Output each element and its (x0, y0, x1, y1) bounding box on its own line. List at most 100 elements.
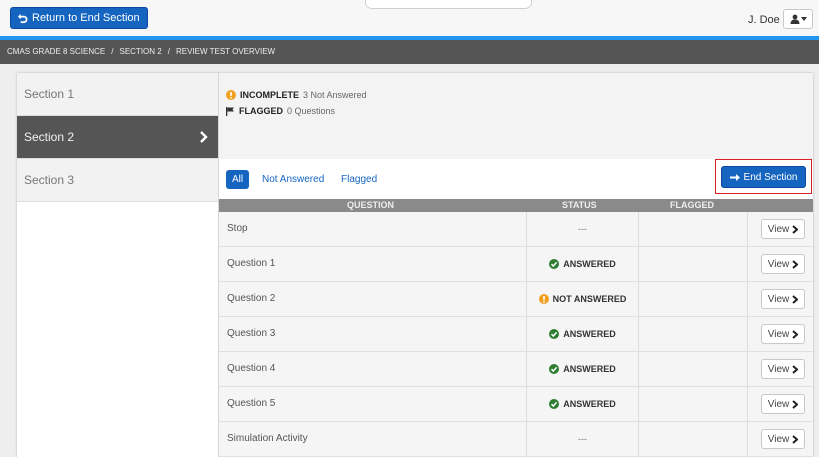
sidebar-item-label: Section 1 (24, 87, 75, 101)
return-to-end-section-button[interactable]: Return to End Section (10, 7, 148, 29)
filter-all-button[interactable]: All (226, 170, 250, 189)
section-summary: INCOMPLETE 3 Not Answered FLAGGED 0 Ques… (219, 73, 813, 159)
caret-down-icon (800, 17, 807, 21)
view-label: View (767, 223, 790, 235)
chevron-right-icon (792, 399, 799, 409)
view-label: View (767, 363, 790, 375)
breadcrumb-separator: / (167, 47, 170, 56)
end-section-button[interactable]: End Section (721, 166, 806, 188)
breadcrumb: CMAS GRADE 8 SCIENCE / SECTION 2 / REVIEW TE… (0, 40, 819, 64)
view-button[interactable]: View (761, 289, 805, 309)
chevron-right-icon (792, 364, 799, 374)
exclamation-circle-icon (226, 90, 236, 100)
table-row: Question 3 ANSWERED View (219, 317, 813, 352)
check-circle-icon (549, 259, 560, 269)
sidebar-item-section-1[interactable]: Section 1 (17, 73, 218, 116)
user-name: J. Doe (748, 14, 780, 26)
flag-icon (226, 106, 235, 116)
chevron-right-icon (792, 224, 799, 234)
check-circle-icon (549, 329, 560, 339)
view-button[interactable]: View (761, 429, 805, 449)
top-bar: Return to End Section J. Doe (0, 0, 819, 37)
filter-flagged-link[interactable]: Flagged (341, 174, 377, 185)
return-arrow-icon (17, 13, 28, 24)
table-row: Stop --- View (219, 212, 813, 247)
flagged-cell (637, 352, 748, 386)
return-button-label: Return to End Section (32, 12, 140, 24)
sidebar-item-label: Section 2 (24, 130, 75, 144)
status-cell: NOT ANSWERED (526, 282, 639, 316)
flagged-summary: FLAGGED 0 Questions (226, 106, 335, 116)
question-name: Question 3 (227, 328, 276, 339)
exclamation-circle-icon (538, 294, 549, 304)
chevron-right-icon (792, 329, 799, 339)
top-center-tab (365, 0, 532, 9)
question-name: Question 4 (227, 363, 276, 374)
filter-not-answered-link[interactable]: Not Answered (262, 174, 324, 185)
breadcrumb-item-section: SECTION 2 (119, 47, 162, 56)
breadcrumb-item-review: REVIEW TEST OVERVIEW (175, 47, 276, 56)
flagged-cell (637, 422, 748, 456)
view-label: View (767, 293, 790, 305)
table-header: QUESTION STATUS FLAGGED (219, 199, 813, 212)
view-button[interactable]: View (761, 324, 805, 344)
view-label: View (767, 328, 790, 340)
flagged-cell (637, 317, 748, 351)
view-button[interactable]: View (761, 219, 805, 239)
status-text: ANSWERED (563, 364, 616, 374)
arrow-right-icon (729, 173, 740, 182)
status-text: --- (578, 224, 587, 234)
flagged-label: FLAGGED (239, 106, 283, 116)
status-text: --- (578, 434, 587, 444)
question-name: Question 2 (227, 293, 276, 304)
status-cell: ANSWERED (526, 317, 639, 351)
section-sidebar: Section 1 Section 2 Section 3 (17, 73, 219, 457)
user-menu-button[interactable] (783, 9, 813, 29)
question-name: Question 1 (227, 258, 276, 269)
view-button[interactable]: View (761, 394, 805, 414)
incomplete-summary: INCOMPLETE 3 Not Answered (226, 90, 367, 100)
view-button[interactable]: View (761, 359, 805, 379)
question-name: Simulation Activity (227, 433, 308, 444)
user-icon (790, 14, 800, 24)
flagged-cell (637, 247, 748, 281)
status-text: ANSWERED (563, 259, 616, 269)
end-section-label: End Section (743, 171, 798, 183)
table-row: Question 2 NOT ANSWERED View (219, 282, 813, 317)
breadcrumb-item-test: CMAS GRADE 8 SCIENCE (7, 47, 106, 56)
chevron-right-icon (199, 130, 208, 144)
table-row: Question 1 ANSWERED View (219, 247, 813, 282)
status-text: ANSWERED (563, 399, 616, 409)
table-row: Simulation Activity --- View (219, 422, 813, 457)
table-row: Question 4 ANSWERED View (219, 352, 813, 387)
sidebar-item-section-3[interactable]: Section 3 (17, 159, 218, 202)
sidebar-item-label: Section 3 (24, 173, 75, 187)
status-cell: ANSWERED (526, 247, 639, 281)
status-cell: --- (526, 212, 639, 246)
flagged-detail: 0 Questions (287, 106, 336, 116)
view-button[interactable]: View (761, 254, 805, 274)
flagged-cell (637, 387, 748, 421)
flagged-cell (637, 212, 748, 246)
status-column-header: STATUS (562, 200, 597, 210)
question-column-header: QUESTION (347, 200, 395, 210)
questions-table: QUESTION STATUS FLAGGED Stop --- View Qu… (219, 199, 813, 457)
chevron-right-icon (792, 259, 799, 269)
flagged-column-header: FLAGGED (670, 200, 714, 210)
incomplete-label: INCOMPLETE (240, 90, 300, 100)
breadcrumb-separator: / (111, 47, 114, 56)
incomplete-detail: 3 Not Answered (303, 90, 367, 100)
status-cell: ANSWERED (526, 387, 639, 421)
status-cell: --- (526, 422, 639, 456)
view-label: View (767, 398, 790, 410)
question-name: Question 5 (227, 398, 276, 409)
chevron-right-icon (792, 434, 799, 444)
filter-bar: All Not Answered Flagged End Section (219, 159, 813, 199)
flagged-cell (637, 282, 748, 316)
chevron-right-icon (792, 294, 799, 304)
question-name: Stop (227, 223, 248, 234)
sidebar-item-section-2[interactable]: Section 2 (17, 116, 218, 159)
view-label: View (767, 433, 790, 445)
status-text: ANSWERED (563, 329, 616, 339)
status-cell: ANSWERED (526, 352, 639, 386)
